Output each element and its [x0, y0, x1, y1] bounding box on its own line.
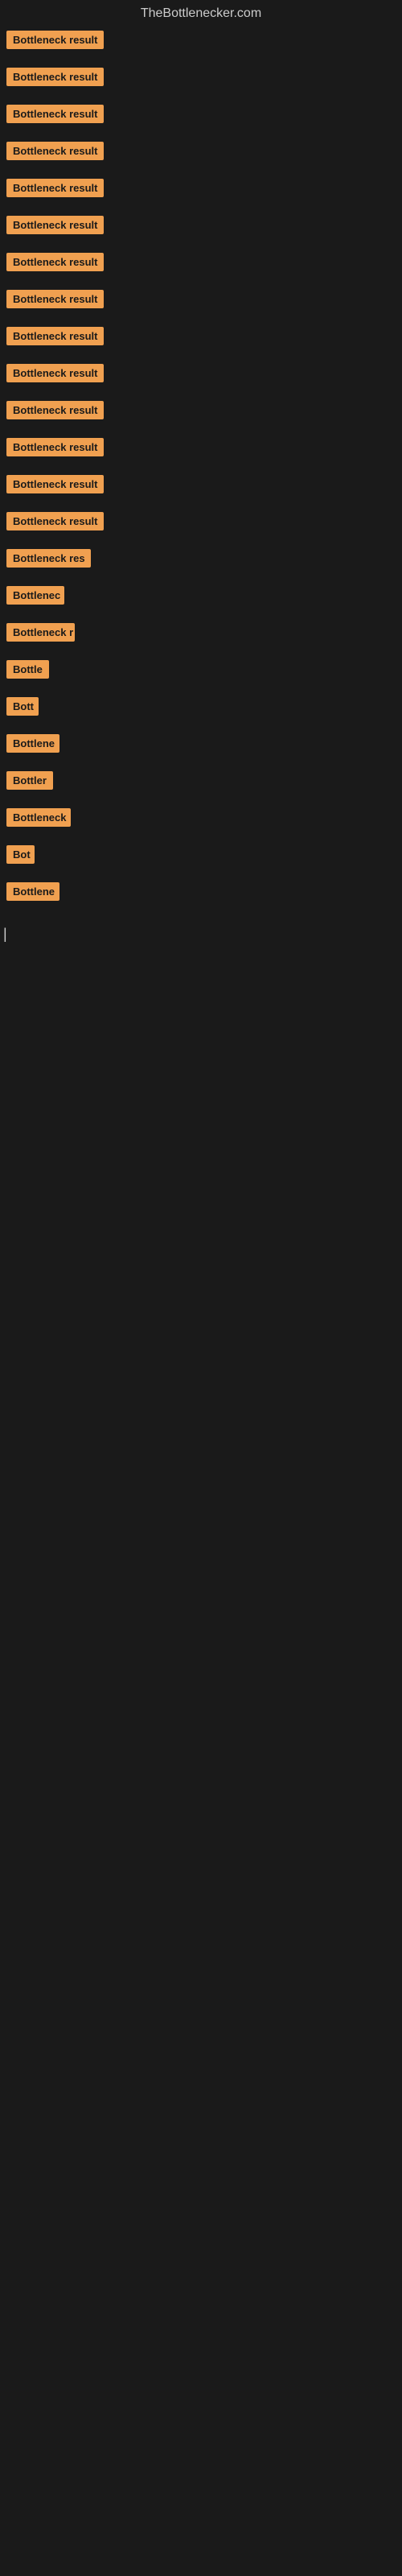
bottleneck-label: Bottleneck result [6, 253, 104, 271]
list-item[interactable]: Bottleneck result [3, 216, 399, 238]
bottleneck-label: Bottleneck result [6, 290, 104, 308]
bottleneck-label: Bottlenec [6, 586, 64, 605]
list-item[interactable]: Bott [3, 697, 399, 720]
bottleneck-label: Bottleneck result [6, 364, 104, 382]
list-item[interactable]: Bottleneck result [3, 105, 399, 127]
bottleneck-label: Bottleneck result [6, 401, 104, 419]
bottleneck-label: Bottleneck result [6, 105, 104, 123]
bottleneck-label: Bottleneck result [6, 179, 104, 197]
list-item[interactable]: Bottlene [3, 734, 399, 757]
list-item[interactable]: Bottleneck result [3, 364, 399, 386]
list-item[interactable]: Bottleneck result [3, 290, 399, 312]
list-item[interactable]: Bottleneck result [3, 253, 399, 275]
bottleneck-label: Bottleneck result [6, 68, 104, 86]
bottleneck-label: Bottleneck result [6, 327, 104, 345]
list-item[interactable]: Bottleneck result [3, 179, 399, 201]
bottleneck-label: Bott [6, 697, 39, 716]
list-item[interactable]: Bottleneck result [3, 327, 399, 349]
bottleneck-label: Bottleneck result [6, 142, 104, 160]
bottleneck-label: Bottlene [6, 882, 59, 901]
bottleneck-label: Bottleneck r [6, 623, 75, 642]
cursor-indicator: | [0, 919, 402, 949]
list-item[interactable]: Bottleneck result [3, 142, 399, 164]
list-item[interactable]: Bottleneck res [3, 549, 399, 572]
list-item[interactable]: Bottleneck r [3, 623, 399, 646]
list-item[interactable]: Bottleneck result [3, 438, 399, 460]
list-item[interactable]: Bottler [3, 771, 399, 794]
bottleneck-label: Bottleneck [6, 808, 71, 827]
bottleneck-label: Bottleneck res [6, 549, 91, 568]
bottleneck-label: Bottler [6, 771, 53, 790]
list-item[interactable]: Bot [3, 845, 399, 868]
list-item[interactable]: Bottleneck result [3, 475, 399, 497]
list-item[interactable]: Bottleneck [3, 808, 399, 831]
bottleneck-label: Bottleneck result [6, 31, 104, 49]
list-item[interactable]: Bottleneck result [3, 512, 399, 535]
list-item[interactable]: Bottleneck result [3, 31, 399, 53]
list-item[interactable]: Bottleneck result [3, 68, 399, 90]
bottleneck-label: Bottleneck result [6, 512, 104, 530]
bottleneck-label: Bottlene [6, 734, 59, 753]
items-container: Bottleneck result Bottleneck result Bottle… [0, 31, 402, 905]
bottleneck-label: Bot [6, 845, 35, 864]
bottom-section [0, 949, 402, 1432]
bottleneck-label: Bottle [6, 660, 49, 679]
bottleneck-label: Bottleneck result [6, 216, 104, 234]
list-item[interactable]: Bottle [3, 660, 399, 683]
list-item[interactable]: Bottlene [3, 882, 399, 905]
list-item[interactable]: Bottlenec [3, 586, 399, 609]
bottleneck-label: Bottleneck result [6, 475, 104, 493]
list-item[interactable]: Bottleneck result [3, 401, 399, 423]
bottleneck-label: Bottleneck result [6, 438, 104, 456]
site-title: TheBottlenecker.com [0, 0, 402, 31]
